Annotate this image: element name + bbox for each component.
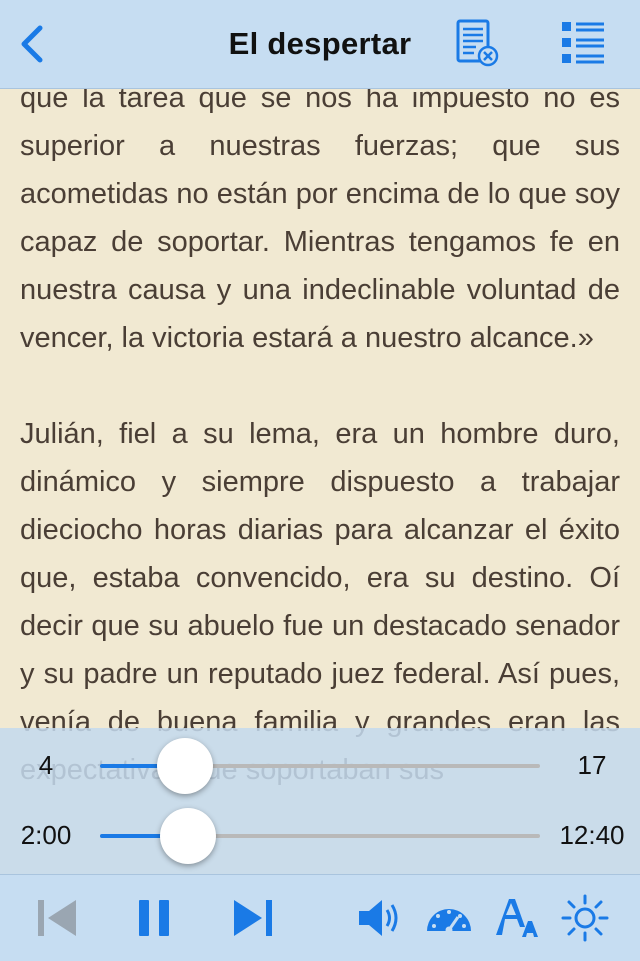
pause-icon (139, 900, 169, 936)
paragraph: que la tarea que se nos ha impuesto no e… (20, 82, 620, 354)
list-icon (562, 22, 604, 64)
previous-button[interactable] (32, 893, 82, 943)
time-slider-row: 2:00 12:40 (0, 806, 640, 866)
book-text: que la tarea que se nos ha impuesto no e… (20, 74, 620, 842)
time-total-label: 12:40 (559, 820, 625, 850)
top-bar: El despertar (0, 0, 640, 89)
font-size-icon (496, 899, 538, 937)
notes-button[interactable] (452, 18, 502, 68)
speaker-icon (359, 900, 398, 936)
skip-forward-icon (234, 900, 272, 936)
skip-back-icon (38, 900, 76, 936)
playback-toolbar (0, 874, 640, 961)
brightness-button[interactable] (560, 893, 610, 943)
chapter-max-label: 17 (577, 750, 607, 780)
next-button[interactable] (228, 893, 278, 943)
time-slider-thumb[interactable] (160, 808, 216, 864)
time-slider[interactable] (100, 808, 540, 864)
chapter-slider-row: 4 17 (0, 736, 640, 796)
speedometer-icon (427, 909, 471, 934)
font-size-button[interactable] (492, 893, 542, 943)
navigation-sliders: 4 17 2:00 12:40 (0, 728, 640, 874)
chapter-slider[interactable] (100, 738, 540, 794)
chapter-min-label: 4 (38, 750, 54, 780)
chapter-slider-thumb[interactable] (156, 738, 213, 794)
notes-edit-icon (456, 19, 499, 67)
book-title: El despertar (228, 26, 412, 61)
table-of-contents-button[interactable] (558, 18, 608, 68)
volume-button[interactable] (356, 893, 406, 943)
time-current-label: 2:00 (20, 820, 72, 850)
brightness-icon (561, 894, 609, 942)
speed-button[interactable] (424, 893, 474, 943)
pause-button[interactable] (130, 893, 180, 943)
